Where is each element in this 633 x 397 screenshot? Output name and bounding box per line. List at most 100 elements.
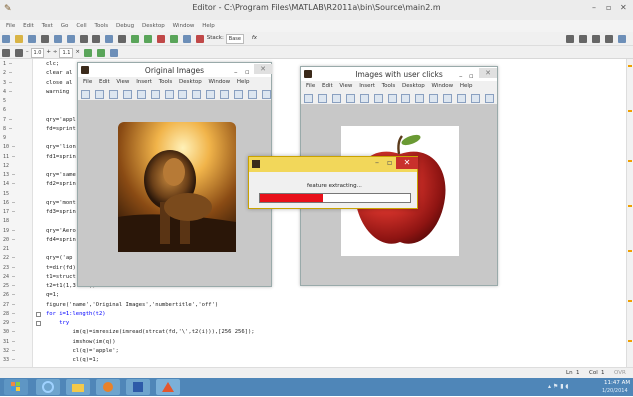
figure-axes-area[interactable] — [78, 100, 271, 286]
code-line[interactable]: imshow(im(q)) — [46, 339, 115, 345]
code-line[interactable]: t1=struct — [46, 274, 76, 280]
cell-eval-icon[interactable] — [2, 49, 10, 57]
open-file-icon[interactable] — [94, 90, 104, 99]
colorbar-icon[interactable] — [457, 94, 467, 103]
paste-icon[interactable] — [66, 35, 75, 43]
split-icon[interactable] — [579, 35, 588, 43]
menu-window[interactable]: Window — [173, 20, 195, 32]
clock-time[interactable]: 11:47 AM — [604, 380, 630, 386]
taskbar-matlab[interactable] — [156, 379, 180, 395]
code-line[interactable]: im(q)=imresize(imread(strcat(fd,'\',t2(i… — [46, 329, 254, 335]
figure-menu-view[interactable]: View — [116, 79, 129, 85]
increment-button[interactable]: + — [46, 49, 51, 55]
open-folder-icon[interactable] — [14, 35, 23, 43]
code-line[interactable]: qry=('ap — [46, 255, 73, 261]
code-line[interactable]: cl(q)=1; — [46, 357, 99, 363]
function-browser-icon[interactable]: fx — [252, 35, 257, 41]
code-line[interactable]: qry='lion — [46, 144, 76, 150]
close-button[interactable]: ✕ — [620, 3, 627, 12]
brush-icon[interactable] — [220, 90, 230, 99]
code-line[interactable]: fd=sprint — [46, 126, 76, 132]
step-icon[interactable] — [182, 35, 191, 43]
taskbar-word[interactable] — [126, 379, 150, 395]
cell-advance-icon[interactable] — [14, 49, 23, 57]
stack-select[interactable]: Base — [225, 34, 244, 44]
new-figure-icon[interactable] — [81, 90, 90, 99]
zoom-out-icon[interactable] — [164, 90, 174, 99]
cell-icon[interactable] — [83, 49, 92, 57]
open-file-icon[interactable] — [317, 94, 327, 103]
progress-minimize-button[interactable]: – — [375, 158, 379, 167]
print-figure-icon[interactable] — [345, 94, 355, 103]
forward-icon[interactable] — [144, 35, 153, 43]
menu-desktop[interactable]: Desktop — [142, 20, 165, 32]
taskbar-ie[interactable] — [36, 379, 60, 395]
save-figure-icon[interactable] — [331, 94, 341, 103]
code-line[interactable]: qry='same — [46, 172, 76, 178]
taskbar-explorer[interactable] — [66, 379, 90, 395]
figure-menu-tools[interactable]: Tools — [159, 79, 173, 85]
figure-menu-help[interactable]: Help — [237, 79, 250, 85]
legend-icon[interactable] — [248, 90, 258, 99]
warning-marker[interactable] — [628, 205, 632, 207]
menu-file[interactable]: File — [6, 20, 15, 32]
progress-maximize-button[interactable]: ▫ — [387, 158, 392, 167]
multiply-button[interactable]: × — [75, 49, 80, 55]
menu-go[interactable]: Go — [61, 20, 69, 32]
rotate-icon[interactable] — [192, 90, 202, 99]
cut-icon[interactable] — [40, 35, 49, 43]
figure-menu-edit[interactable]: Edit — [99, 79, 110, 85]
find-icon[interactable] — [118, 35, 127, 43]
figure-menu-window[interactable]: Window — [208, 79, 230, 85]
warning-marker[interactable] — [628, 160, 632, 162]
copy-icon[interactable] — [53, 35, 62, 43]
code-line[interactable]: close al — [46, 80, 73, 86]
cell-options-icon[interactable] — [109, 49, 118, 57]
menu-help[interactable]: Help — [202, 20, 215, 32]
progress-dialog[interactable]: – ▫ ✕ feature extracting... — [248, 156, 418, 209]
dock-icon[interactable] — [618, 35, 626, 43]
code-line[interactable]: for i=1:length(t2) — [46, 311, 106, 317]
save-figure-icon[interactable] — [108, 90, 118, 99]
redo-icon[interactable] — [92, 35, 101, 43]
figure-menu-file[interactable]: File — [306, 83, 315, 89]
vertical-scrollbar[interactable] — [626, 59, 633, 367]
figure-menu-edit[interactable]: Edit — [322, 83, 333, 89]
breakpoint-icon[interactable] — [157, 35, 166, 43]
figure-menu-insert[interactable]: Insert — [359, 83, 375, 89]
warning-marker[interactable] — [628, 300, 632, 302]
cell-uncomment-icon[interactable] — [96, 49, 105, 57]
save-icon[interactable] — [27, 35, 36, 43]
decrement-button[interactable]: – — [26, 49, 29, 55]
multiply-value-field[interactable]: 1.1 — [59, 48, 74, 58]
undo-icon[interactable] — [79, 35, 88, 43]
zoom-in-icon[interactable] — [373, 94, 383, 103]
tray-icons[interactable]: ▴ ⚑ ▮ ◖ — [548, 383, 569, 390]
pointer-icon[interactable] — [359, 94, 369, 103]
menu-edit[interactable]: Edit — [23, 20, 34, 32]
progress-close-button[interactable]: ✕ — [396, 157, 418, 169]
tile-icon[interactable] — [566, 35, 575, 43]
figure-close-button[interactable]: ✕ — [254, 64, 272, 74]
maximize-button[interactable]: ▫ — [606, 3, 611, 12]
code-line[interactable]: fd2=sprin — [46, 181, 76, 187]
code-line[interactable]: qry='Aero — [46, 228, 76, 234]
fold-toggle-icon[interactable] — [36, 311, 41, 317]
figure-original-images[interactable]: Original Images – ▫ ✕ File Edit View Ins… — [77, 62, 272, 287]
code-line[interactable]: fd4=sprin — [46, 237, 76, 243]
figure-menu-insert[interactable]: Insert — [136, 79, 152, 85]
colorbar-icon[interactable] — [234, 90, 244, 99]
minimize-button[interactable]: – — [592, 3, 596, 12]
brush-icon[interactable] — [443, 94, 453, 103]
menu-tools[interactable]: Tools — [95, 20, 109, 32]
fold-toggle-icon[interactable] — [36, 321, 41, 326]
figure-close-button[interactable]: ✕ — [479, 68, 497, 78]
run-icon[interactable] — [169, 35, 178, 43]
data-cursor-icon[interactable] — [429, 94, 439, 103]
menu-text[interactable]: Text — [42, 20, 53, 32]
figure-menu-view[interactable]: View — [339, 83, 352, 89]
figure-menu-desktop[interactable]: Desktop — [402, 83, 425, 89]
data-cursor-icon[interactable] — [206, 90, 216, 99]
zoom-out-icon[interactable] — [387, 94, 397, 103]
figure-menu-help[interactable]: Help — [460, 83, 473, 89]
